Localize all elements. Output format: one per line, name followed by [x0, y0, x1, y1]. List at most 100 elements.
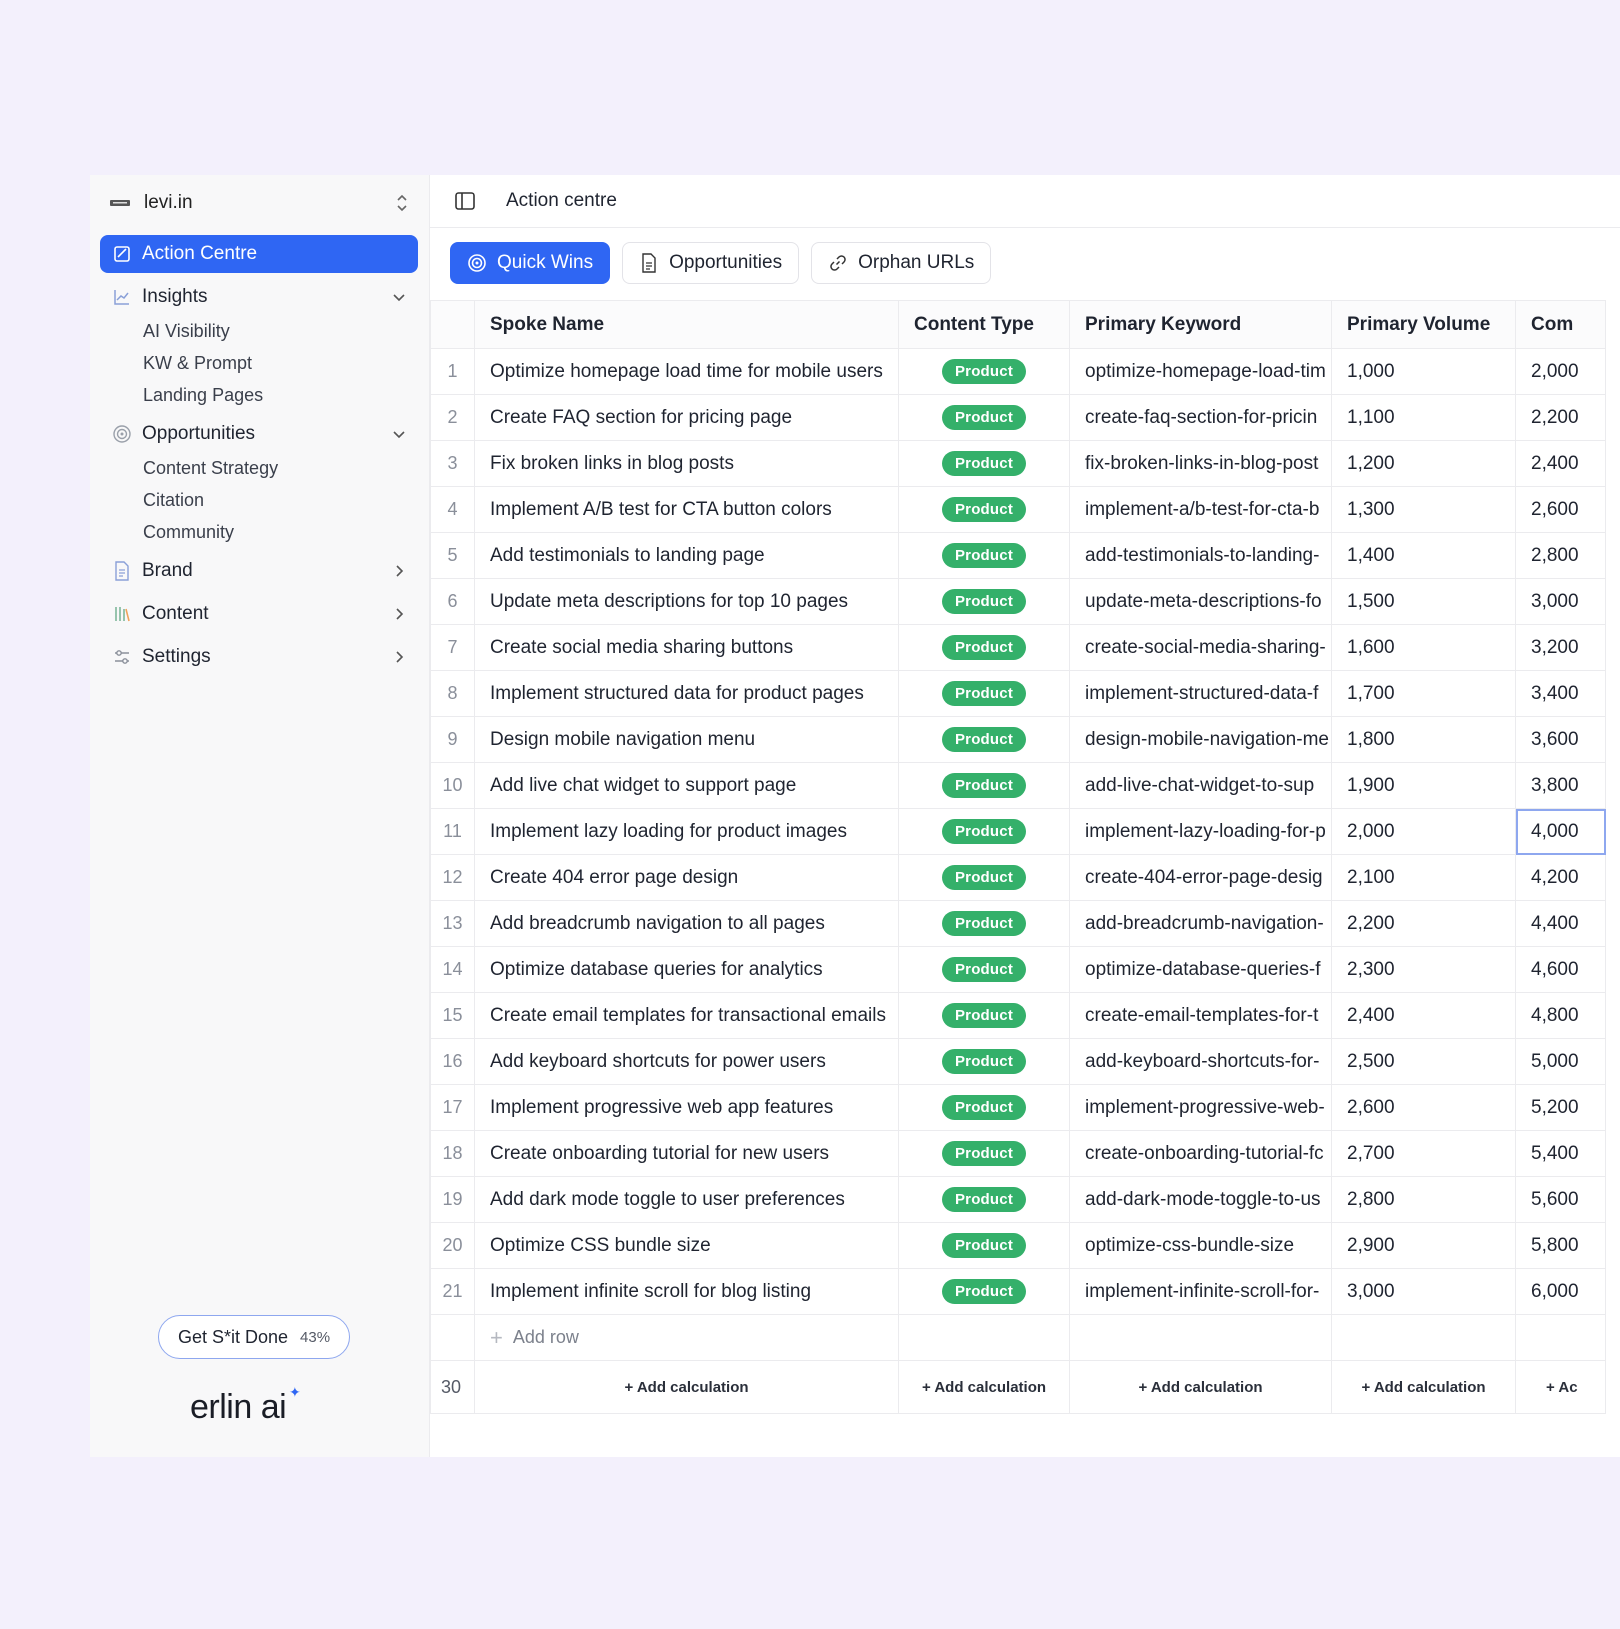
primary-volume-cell[interactable]: 2,600 [1331, 1084, 1516, 1131]
content-type-cell[interactable]: Product [898, 624, 1070, 671]
table-row[interactable]: 12 Create 404 error page design Product cre… [430, 854, 1606, 901]
table-row[interactable]: 8 Implement structured data for product p… [430, 670, 1606, 717]
column-header[interactable]: Primary Keyword [1069, 300, 1332, 349]
primary-volume-cell[interactable]: 2,800 [1331, 1176, 1516, 1223]
table-row[interactable]: 21 Implement infinite scroll for blog lis… [430, 1268, 1606, 1315]
primary-volume-cell[interactable]: 1,000 [1331, 348, 1516, 395]
primary-volume-cell[interactable]: 1,300 [1331, 486, 1516, 533]
competition-cell[interactable]: 3,800 [1515, 762, 1606, 809]
sidebar-group-insights[interactable]: Insights [100, 279, 418, 315]
primary-keyword-cell[interactable]: implement-a/b-test-for-cta-b [1069, 486, 1332, 533]
content-type-cell[interactable]: Product [898, 1268, 1070, 1315]
primary-keyword-cell[interactable]: fix-broken-links-in-blog-post [1069, 440, 1332, 487]
sidebar-item-action-centre[interactable]: Action Centre [100, 235, 418, 273]
content-type-cell[interactable]: Product [898, 670, 1070, 717]
sidebar-toggle-icon[interactable] [454, 190, 476, 212]
competition-cell[interactable]: 2,200 [1515, 394, 1606, 441]
content-type-cell[interactable]: Product [898, 1176, 1070, 1223]
primary-volume-cell[interactable]: 2,400 [1331, 992, 1516, 1039]
content-type-cell[interactable]: Product [898, 486, 1070, 533]
spoke-name-cell[interactable]: Create onboarding tutorial for new users [474, 1130, 899, 1177]
competition-cell[interactable]: 5,800 [1515, 1222, 1606, 1269]
spoke-name-cell[interactable]: Create social media sharing buttons [474, 624, 899, 671]
add-calculation-button[interactable]: + Ac [1515, 1360, 1606, 1414]
add-calculation-button[interactable]: + Add calculation [898, 1360, 1070, 1414]
primary-keyword-cell[interactable]: implement-infinite-scroll-for- [1069, 1268, 1332, 1315]
primary-keyword-cell[interactable]: create-social-media-sharing- [1069, 624, 1332, 671]
primary-keyword-cell[interactable]: implement-progressive-web- [1069, 1084, 1332, 1131]
sidebar-group-brand[interactable]: Brand [100, 553, 418, 589]
sidebar-item-community[interactable]: Community [143, 518, 234, 546]
competition-cell[interactable]: 2,600 [1515, 486, 1606, 533]
primary-keyword-cell[interactable]: design-mobile-navigation-me [1069, 716, 1332, 763]
sidebar-item-citation[interactable]: Citation [143, 486, 204, 514]
primary-keyword-cell[interactable]: optimize-database-queries-f [1069, 946, 1332, 993]
table-row[interactable]: 19 Add dark mode toggle to user preferenc… [430, 1176, 1606, 1223]
primary-volume-cell[interactable]: 2,100 [1331, 854, 1516, 901]
spoke-name-cell[interactable]: Optimize homepage load time for mobile u… [474, 348, 899, 395]
primary-volume-cell[interactable]: 2,700 [1331, 1130, 1516, 1177]
primary-keyword-cell[interactable]: add-live-chat-widget-to-sup [1069, 762, 1332, 809]
table-row[interactable]: 16 Add keyboard shortcuts for power users… [430, 1038, 1606, 1085]
primary-volume-cell[interactable]: 2,300 [1331, 946, 1516, 993]
primary-keyword-cell[interactable]: create-faq-section-for-pricin [1069, 394, 1332, 441]
primary-keyword-cell[interactable]: update-meta-descriptions-fo [1069, 578, 1332, 625]
primary-volume-cell[interactable]: 1,600 [1331, 624, 1516, 671]
sidebar-group-settings[interactable]: Settings [100, 639, 418, 675]
table-row[interactable]: 20 Optimize CSS bundle size Product optimiz… [430, 1222, 1606, 1269]
column-header[interactable]: Primary Volume [1331, 300, 1516, 349]
competition-cell[interactable]: 5,000 [1515, 1038, 1606, 1085]
table-row[interactable]: 13 Add breadcrumb navigation to all pages… [430, 900, 1606, 947]
column-header[interactable]: Content Type [898, 300, 1070, 349]
competition-cell[interactable]: 6,000 [1515, 1268, 1606, 1315]
primary-volume-cell[interactable]: 3,000 [1331, 1268, 1516, 1315]
primary-keyword-cell[interactable]: implement-lazy-loading-for-p [1069, 808, 1332, 855]
add-calculation-button[interactable]: + Add calculation [474, 1360, 899, 1414]
spoke-name-cell[interactable]: Fix broken links in blog posts [474, 440, 899, 487]
content-type-cell[interactable]: Product [898, 1130, 1070, 1177]
spoke-name-cell[interactable]: Implement infinite scroll for blog listi… [474, 1268, 899, 1315]
add-row[interactable]: + Add row [430, 1314, 1606, 1361]
primary-volume-cell[interactable]: 1,200 [1331, 440, 1516, 487]
competition-cell[interactable]: 2,800 [1515, 532, 1606, 579]
content-type-cell[interactable]: Product [898, 900, 1070, 947]
sidebar-item-kw-prompt[interactable]: KW & Prompt [143, 349, 252, 377]
competition-cell[interactable]: 3,000 [1515, 578, 1606, 625]
primary-keyword-cell[interactable]: create-email-templates-for-t [1069, 992, 1332, 1039]
table-row[interactable]: 5 Add testimonials to landing page Product… [430, 532, 1606, 579]
sidebar-item-landing-pages[interactable]: Landing Pages [143, 381, 263, 409]
primary-keyword-cell[interactable]: optimize-homepage-load-tim [1069, 348, 1332, 395]
spoke-name-cell[interactable]: Implement progressive web app features [474, 1084, 899, 1131]
add-row-button[interactable]: + Add row [474, 1314, 899, 1361]
content-type-cell[interactable]: Product [898, 578, 1070, 625]
table-row[interactable]: 10 Add live chat widget to support page Pr… [430, 762, 1606, 809]
competition-cell[interactable]: 4,600 [1515, 946, 1606, 993]
table-row[interactable]: 14 Optimize database queries for analytic… [430, 946, 1606, 993]
spoke-name-cell[interactable]: Implement structured data for product pa… [474, 670, 899, 717]
spoke-name-cell[interactable]: Design mobile navigation menu [474, 716, 899, 763]
competition-cell[interactable]: 5,600 [1515, 1176, 1606, 1223]
primary-volume-cell[interactable]: 2,500 [1331, 1038, 1516, 1085]
spoke-name-cell[interactable]: Create FAQ section for pricing page [474, 394, 899, 441]
spoke-name-cell[interactable]: Create 404 error page design [474, 854, 899, 901]
competition-cell[interactable]: 2,400 [1515, 440, 1606, 487]
primary-keyword-cell[interactable]: create-404-error-page-desig [1069, 854, 1332, 901]
get-stuff-done-button[interactable]: Get S*it Done 43% [158, 1315, 350, 1359]
content-type-cell[interactable]: Product [898, 1222, 1070, 1269]
column-header[interactable]: Com [1515, 300, 1606, 349]
table-row[interactable]: 11 Implement lazy loading for product ima… [430, 808, 1606, 855]
competition-cell[interactable]: 4,400 [1515, 900, 1606, 947]
primary-volume-cell[interactable]: 1,100 [1331, 394, 1516, 441]
tab-opportunities[interactable]: Opportunities [622, 242, 800, 284]
content-type-cell[interactable]: Product [898, 762, 1070, 809]
primary-volume-cell[interactable]: 1,800 [1331, 716, 1516, 763]
content-type-cell[interactable]: Product [898, 946, 1070, 993]
spoke-name-cell[interactable]: Implement lazy loading for product image… [474, 808, 899, 855]
table-row[interactable]: 4 Implement A/B test for CTA button color… [430, 486, 1606, 533]
spoke-name-cell[interactable]: Add keyboard shortcuts for power users [474, 1038, 899, 1085]
spoke-name-cell[interactable]: Optimize CSS bundle size [474, 1222, 899, 1269]
add-calculation-button[interactable]: + Add calculation [1069, 1360, 1332, 1414]
spoke-name-cell[interactable]: Optimize database queries for analytics [474, 946, 899, 993]
primary-volume-cell[interactable]: 1,500 [1331, 578, 1516, 625]
competition-cell[interactable]: 4,800 [1515, 992, 1606, 1039]
